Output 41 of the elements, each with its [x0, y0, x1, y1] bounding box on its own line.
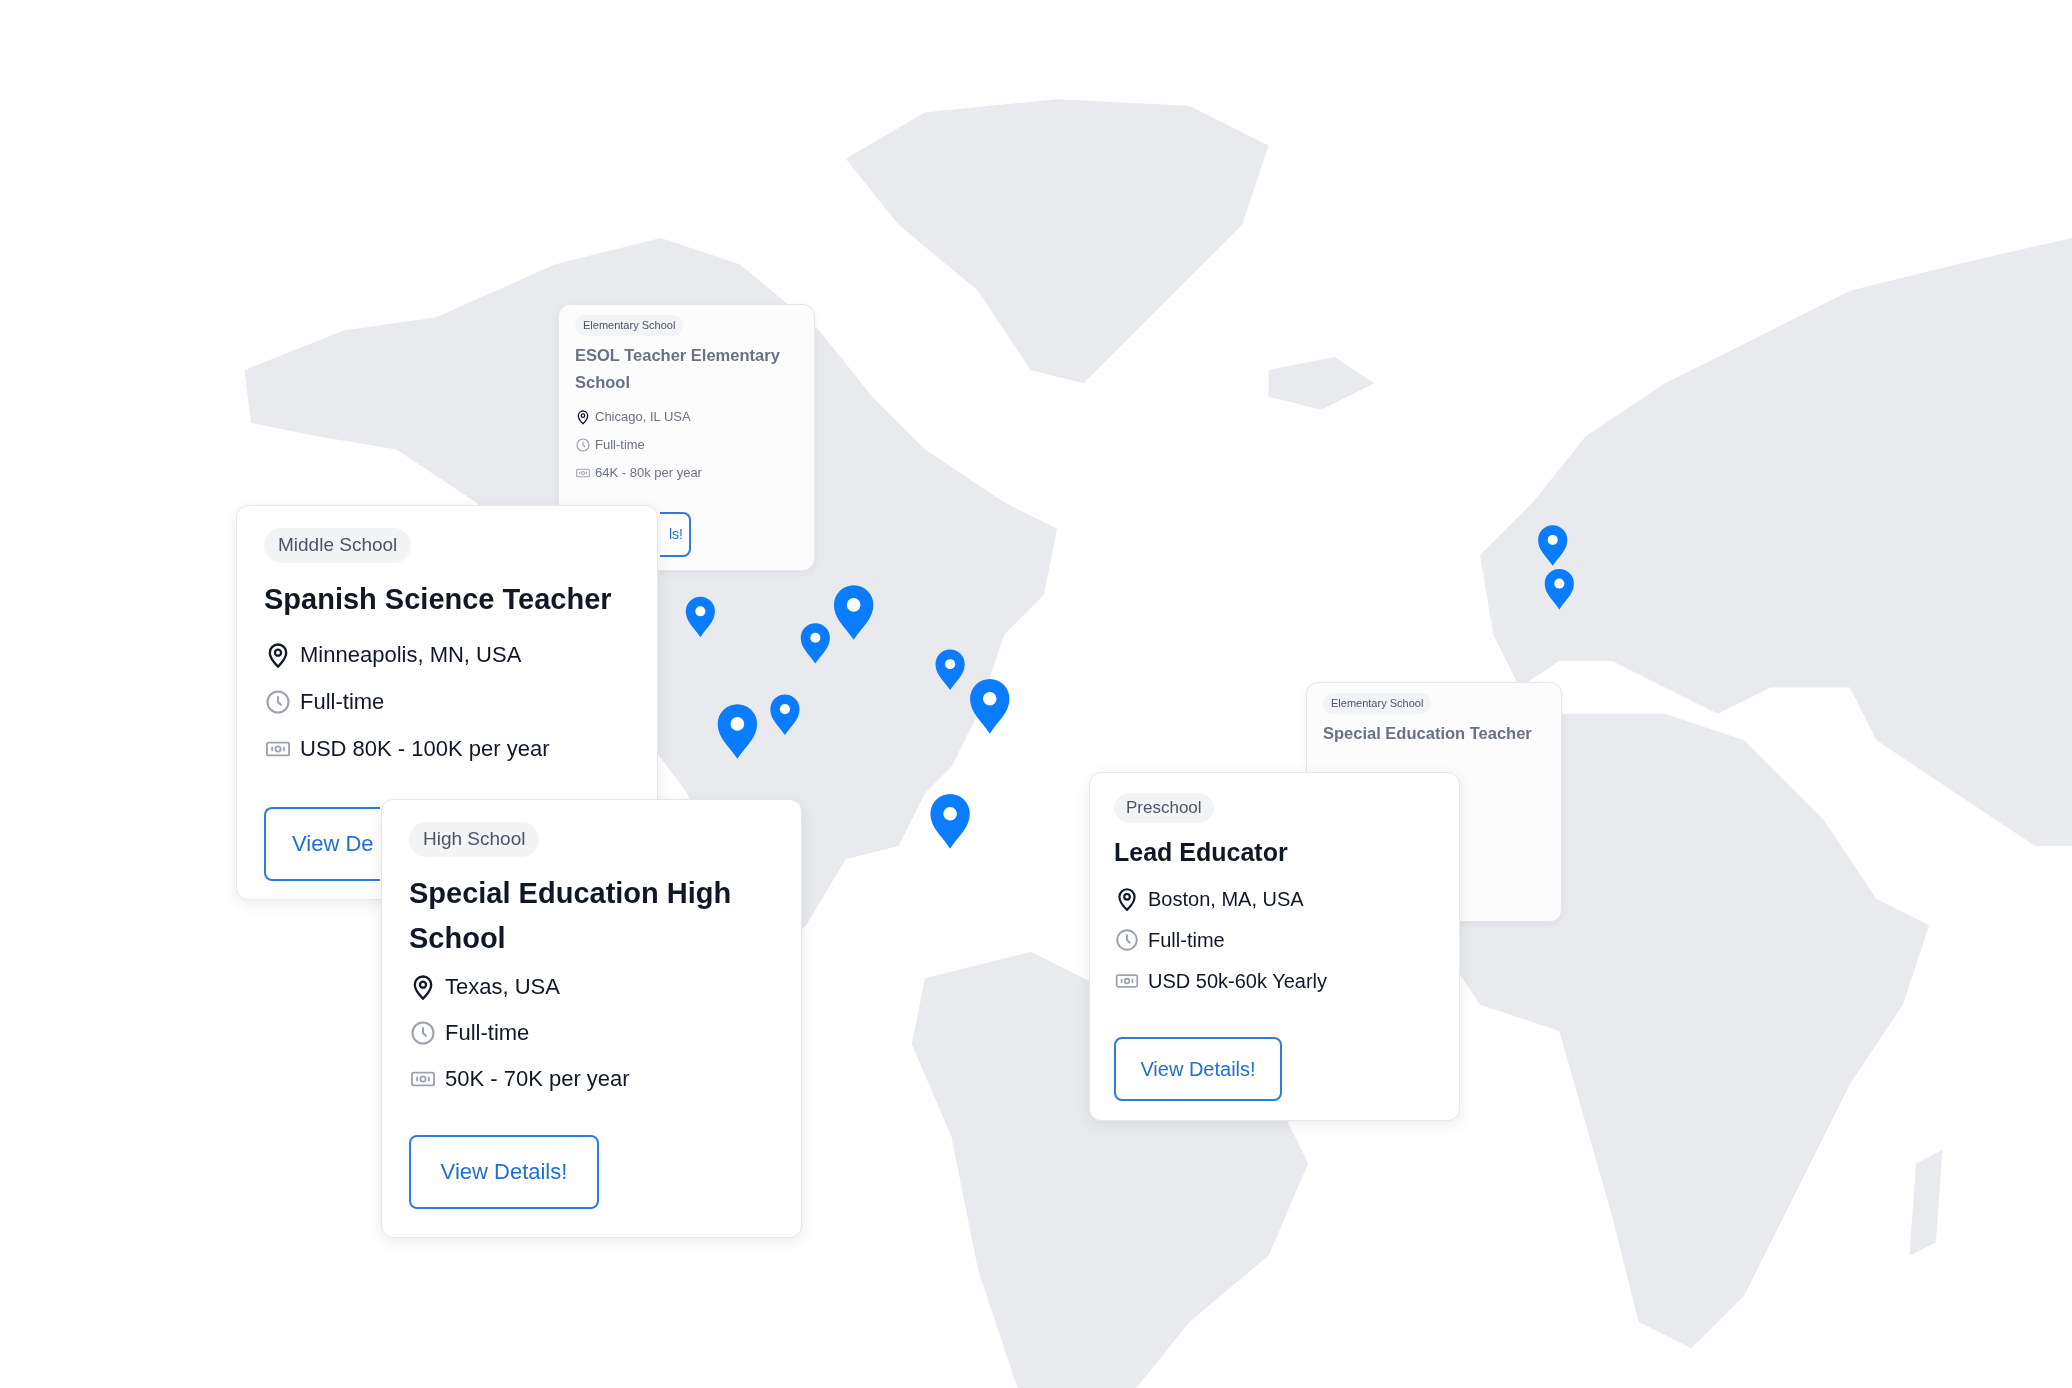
job-title: ESOL Teacher Elementary School [575, 344, 781, 393]
job-location: Minneapolis, MN, USA [300, 640, 522, 669]
job-salary: 64K - 80k per year [595, 463, 702, 482]
job-location: Texas, USA [445, 972, 560, 1001]
job-title: Lead Educator [1114, 836, 1288, 868]
job-schedule: Full-time [595, 435, 645, 454]
view-details-button[interactable]: View De [264, 806, 380, 881]
clock-icon [264, 687, 292, 716]
map-pin-icon[interactable] [970, 679, 1010, 734]
map-pin-icon[interactable] [717, 704, 758, 759]
clock-icon [575, 436, 591, 453]
category-tag: Elementary School [575, 315, 684, 336]
map-pin-icon[interactable] [833, 585, 874, 640]
job-salary: 50K - 70K per year [445, 1064, 630, 1093]
job-salary: USD 50k-60k Yearly [1148, 968, 1327, 994]
map-pin-icon[interactable] [930, 794, 970, 849]
map-pin-icon[interactable] [1538, 525, 1568, 566]
view-details-button[interactable]: View Details! [409, 1134, 599, 1209]
job-salary: USD 80K - 100K per year [300, 734, 550, 763]
category-tag: Middle School [264, 528, 412, 563]
job-location: Boston, MA, USA [1148, 886, 1304, 912]
job-title: Special Education Teacher [1323, 722, 1532, 744]
location-pin-icon [575, 408, 591, 425]
view-details-button[interactable]: ls! [660, 512, 691, 557]
map-pin-icon[interactable] [1544, 569, 1574, 610]
map-pin-icon[interactable] [935, 649, 965, 691]
job-location: Chicago, IL USA [595, 407, 691, 426]
job-schedule: Full-time [445, 1018, 530, 1047]
job-title: Special Education High School [409, 875, 733, 956]
category-tag: High School [409, 822, 540, 857]
job-title: Spanish Science Teacher [264, 581, 612, 617]
map-pin-icon[interactable] [770, 694, 800, 735]
map-pin-icon[interactable] [685, 596, 715, 638]
clock-icon [1114, 926, 1140, 953]
category-tag: Preschool [1114, 793, 1214, 823]
job-schedule: Full-time [300, 687, 385, 716]
clock-icon [409, 1018, 437, 1047]
map-pin-icon[interactable] [800, 623, 830, 664]
job-schedule: Full-time [1148, 927, 1225, 953]
view-details-button[interactable]: View Details! [1114, 1036, 1282, 1101]
category-tag: Elementary School [1323, 693, 1432, 714]
